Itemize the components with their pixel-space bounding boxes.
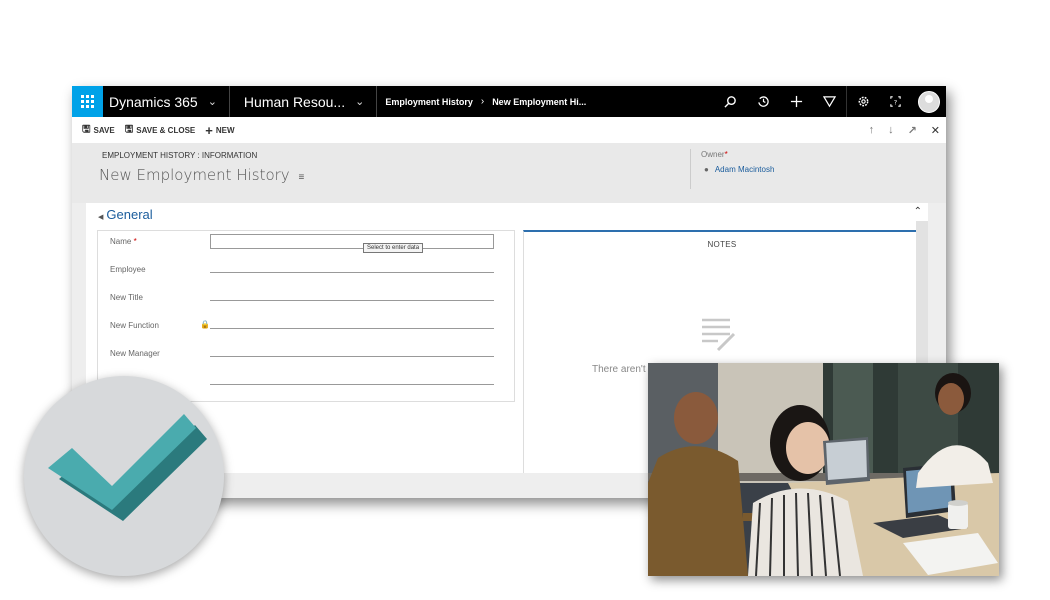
app-name[interactable]: Dynamics 365 <box>109 94 198 110</box>
save-button[interactable]: 🖫 SAVE <box>82 122 115 139</box>
field-label: Name * <box>110 237 137 246</box>
save-close-label: SAVE & CLOSE <box>136 125 196 135</box>
filter-icon[interactable] <box>813 86 846 117</box>
save-icon: 🖫 <box>82 123 91 135</box>
field-row-name: Name * Select to enter data <box>98 231 516 253</box>
chevron-down-icon[interactable]: ⌄ <box>208 95 217 108</box>
new-button[interactable]: + NEW <box>205 123 234 138</box>
waffle-icon <box>81 95 94 108</box>
collapse-triangle-icon: ◀ <box>98 214 104 221</box>
breadcrumb-employment-history[interactable]: Employment History <box>385 97 473 107</box>
tooltip: Select to enter data <box>363 243 424 253</box>
record-title-text: New Employment History <box>99 166 290 184</box>
divider <box>690 149 691 189</box>
checkmark-icon <box>48 414 207 521</box>
svg-text:?: ? <box>894 98 897 106</box>
field-label: New Manager <box>110 349 160 358</box>
chevron-down-icon[interactable]: ⌄ <box>355 95 364 108</box>
field-label: New Title <box>110 293 143 302</box>
person-icon: ● <box>704 165 709 174</box>
command-bar: 🖫 SAVE 🖫 SAVE & CLOSE + NEW ↑ ↓ ↗ ✕ <box>72 117 946 143</box>
checkmark-badge <box>24 376 224 576</box>
gear-icon[interactable] <box>846 86 879 117</box>
page-title: New Employment History ≡ <box>99 166 304 184</box>
plus-icon[interactable] <box>780 86 813 117</box>
chevron-up-icon[interactable]: ⌃ <box>914 206 922 217</box>
field-row-new-title: New Title <box>98 287 516 307</box>
required-marker: * <box>131 237 137 246</box>
lock-icon: 🔒 <box>200 320 210 329</box>
save-and-close-button[interactable]: 🖫 SAVE & CLOSE <box>125 122 196 139</box>
history-icon[interactable] <box>747 86 780 117</box>
section-toggle[interactable]: ◀ General <box>98 207 153 222</box>
note-pencil-icon <box>702 318 736 352</box>
app-launcher-button[interactable] <box>72 86 103 117</box>
text-input[interactable] <box>210 384 494 385</box>
owner-label: Owner* <box>701 150 728 159</box>
save-close-icon: 🖫 <box>124 123 134 135</box>
close-icon[interactable]: ✕ <box>931 124 940 137</box>
record-header: EMPLOYMENT HISTORY : INFORMATION New Emp… <box>72 143 946 203</box>
record-navigation: ↑ ↓ ↗ ✕ <box>869 117 940 143</box>
field-label: Employee <box>110 265 146 274</box>
top-navigation-bar: Dynamics 365 ⌄ Human Resou... ⌄ Employme… <box>72 86 946 117</box>
field-label-text: Name <box>110 237 132 246</box>
arrow-up-icon[interactable]: ↑ <box>869 124 875 136</box>
notes-title: NOTES <box>707 240 737 249</box>
name-input[interactable] <box>210 234 494 249</box>
divider <box>228 86 230 117</box>
field-row-new-manager: New Manager <box>98 343 516 363</box>
arrow-down-icon[interactable]: ↓ <box>888 124 894 136</box>
divider <box>376 86 378 117</box>
new-function-input <box>210 328 494 329</box>
new-title-input[interactable] <box>210 300 494 301</box>
avatar[interactable] <box>918 90 940 113</box>
field-row-employee: Employee <box>98 259 516 279</box>
field-label: New Function <box>110 321 159 330</box>
breadcrumb-separator-icon: › <box>480 96 485 107</box>
required-marker: * <box>724 150 728 159</box>
plus-icon: + <box>205 122 213 138</box>
new-label: NEW <box>215 125 235 135</box>
form-selector-icon[interactable]: ≡ <box>298 172 304 183</box>
field-row-new-function: New Function 🔒 <box>98 315 516 335</box>
popout-icon[interactable]: ↗ <box>908 124 917 137</box>
save-label: SAVE <box>93 125 115 135</box>
owner-label-text: Owner <box>701 150 725 159</box>
owner-lookup[interactable]: ● Adam Macintosh <box>704 165 774 174</box>
top-bar-actions: ? <box>714 86 946 117</box>
help-icon[interactable]: ? <box>879 86 912 117</box>
module-switcher[interactable]: Human Resou... <box>244 94 345 110</box>
search-icon[interactable] <box>714 86 747 117</box>
section-title: General <box>106 207 153 222</box>
office-photo <box>648 363 999 576</box>
owner-value[interactable]: Adam Macintosh <box>715 165 775 174</box>
new-manager-input[interactable] <box>210 356 494 357</box>
breadcrumb-current-record[interactable]: New Employment Hi... <box>492 97 586 107</box>
employee-input[interactable] <box>210 272 494 273</box>
entity-form-label[interactable]: EMPLOYMENT HISTORY : INFORMATION <box>102 151 257 160</box>
